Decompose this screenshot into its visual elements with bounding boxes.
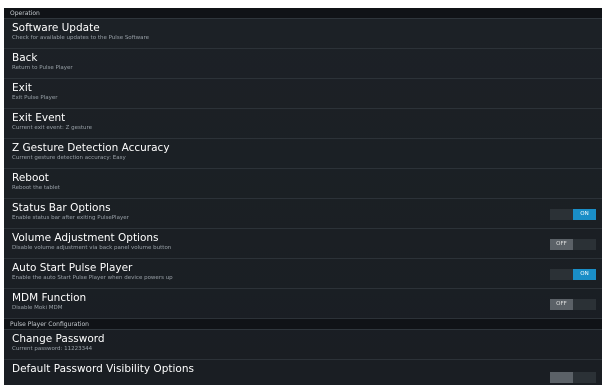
- setting-reboot[interactable]: Reboot Reboot the tablet: [4, 169, 602, 199]
- settings-panel: Operation Software Update Check for avai…: [4, 8, 602, 385]
- setting-title: Auto Start Pulse Player: [12, 262, 133, 274]
- section-header-config: Pulse Player Configuration: [4, 319, 602, 330]
- toggle-label: ON: [573, 209, 596, 220]
- setting-title: Exit Event: [12, 112, 66, 124]
- setting-subtitle: Return to Pulse Player: [12, 65, 73, 71]
- toggle-label: OFF: [550, 239, 573, 250]
- setting-subtitle: Check for available updates to the Pulse…: [12, 35, 150, 41]
- setting-status-bar-options[interactable]: Status Bar Options Enable status bar aft…: [4, 199, 602, 229]
- setting-back[interactable]: Back Return to Pulse Player: [4, 49, 602, 79]
- toggle-label: OFF: [550, 299, 573, 310]
- section-header-operation: Operation: [4, 8, 602, 19]
- auto-start-toggle[interactable]: ON: [550, 269, 596, 280]
- setting-volume-adjustment[interactable]: Volume Adjustment Options Disable volume…: [4, 229, 602, 259]
- setting-title: MDM Function: [12, 292, 87, 304]
- setting-subtitle: Reboot the tablet: [12, 185, 60, 191]
- setting-subtitle: Enable the auto Start Pulse Player when …: [12, 275, 173, 281]
- setting-subtitle: Enable status bar after exiting PulsePla…: [12, 215, 129, 221]
- setting-subtitle: Current password: 11223344: [12, 346, 93, 352]
- setting-title: Default Password Visibility Options: [12, 363, 194, 375]
- setting-subtitle: Current exit event: Z gesture: [12, 125, 93, 131]
- setting-change-password[interactable]: Change Password Current password: 112233…: [4, 330, 602, 360]
- setting-title: Volume Adjustment Options: [12, 232, 159, 244]
- toggle-knob: [550, 372, 573, 383]
- setting-title: Change Password: [12, 333, 105, 345]
- setting-exit-event[interactable]: Exit Event Current exit event: Z gesture: [4, 109, 602, 139]
- setting-title: Software Update: [12, 22, 100, 34]
- setting-auto-start[interactable]: Auto Start Pulse Player Enable the auto …: [4, 259, 602, 289]
- mdm-toggle[interactable]: OFF: [550, 299, 596, 310]
- password-visibility-toggle[interactable]: [550, 372, 596, 383]
- status-bar-toggle[interactable]: ON: [550, 209, 596, 220]
- setting-title: Reboot: [12, 172, 49, 184]
- setting-software-update[interactable]: Software Update Check for available upda…: [4, 19, 602, 49]
- toggle-label: ON: [573, 269, 596, 280]
- setting-title: Exit: [12, 82, 32, 94]
- setting-title: Status Bar Options: [12, 202, 111, 214]
- setting-exit[interactable]: Exit Exit Pulse Player: [4, 79, 602, 109]
- screen: Operation Software Update Check for avai…: [0, 0, 602, 385]
- volume-adjustment-toggle[interactable]: OFF: [550, 239, 596, 250]
- setting-subtitle: Current gesture detection accuracy: Easy: [12, 155, 126, 161]
- setting-subtitle: Disable volume adjustment via back panel…: [12, 245, 172, 251]
- setting-mdm-function[interactable]: MDM Function Disable Moki MDM OFF: [4, 289, 602, 319]
- setting-title: Z Gesture Detection Accuracy: [12, 142, 170, 154]
- setting-subtitle: Disable Moki MDM: [12, 305, 63, 311]
- setting-subtitle: Exit Pulse Player: [12, 95, 58, 101]
- setting-password-visibility[interactable]: Default Password Visibility Options: [4, 360, 602, 383]
- setting-title: Back: [12, 52, 38, 64]
- setting-z-gesture-accuracy[interactable]: Z Gesture Detection Accuracy Current ges…: [4, 139, 602, 169]
